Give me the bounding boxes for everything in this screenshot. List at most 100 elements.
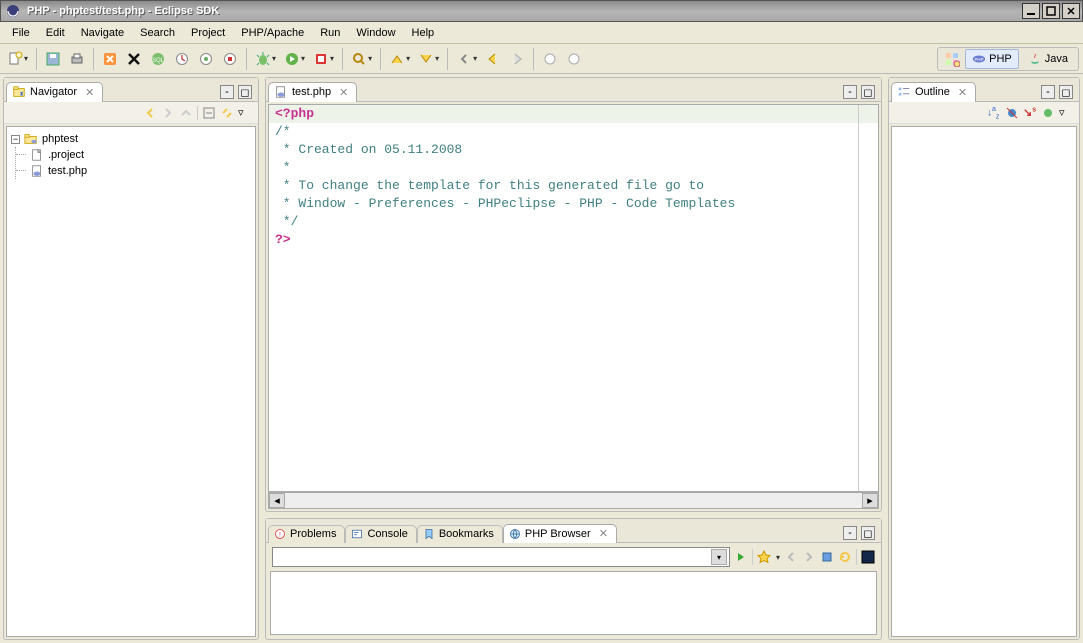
menu-edit[interactable]: Edit — [38, 24, 73, 42]
server-aux1-button[interactable] — [195, 48, 217, 70]
menu-help[interactable]: Help — [404, 24, 443, 42]
navigator-close-icon[interactable]: ✕ — [85, 86, 94, 99]
annotations-prev-button[interactable]: ▾ — [386, 48, 413, 70]
window-titlebar: PHP - phptest/test.php - Eclipse SDK — [0, 0, 1083, 22]
browser-favorite-icon[interactable] — [757, 550, 771, 564]
tree-file-label: test.php — [48, 165, 87, 177]
outline-tab[interactable]: Outline ✕ — [891, 82, 976, 102]
link-editor-icon[interactable] — [220, 106, 234, 120]
outline-close-icon[interactable]: ✕ — [958, 86, 967, 99]
editor-close-icon[interactable]: ✕ — [339, 86, 348, 99]
php-perspective-icon: PHP — [972, 52, 986, 66]
perspective-java-label: Java — [1045, 53, 1068, 65]
editor-overview-ruler[interactable] — [858, 105, 868, 491]
bottom-minimize-button[interactable]: ‐ — [843, 526, 857, 540]
view-maximize-button[interactable]: ◻ — [238, 85, 252, 99]
collapse-all-icon[interactable] — [202, 106, 216, 120]
save-button[interactable] — [42, 48, 64, 70]
back-button[interactable] — [482, 48, 504, 70]
outline-minimize-button[interactable]: ‐ — [1041, 85, 1055, 99]
scroll-left-arrow-icon[interactable]: ◂ — [269, 493, 285, 508]
sql-button[interactable]: SQL — [147, 48, 169, 70]
browser-stop-icon[interactable] — [820, 550, 834, 564]
menu-navigate[interactable]: Navigate — [73, 24, 132, 42]
external-tools-button[interactable]: ▾ — [310, 48, 337, 70]
main-toolbar: ▾ SQL ▾ ▾ ▾ ▾ ▾ ▾ ▾ PHP PHP Java — [0, 44, 1083, 74]
tree-project-row[interactable]: − phptest — [11, 131, 251, 147]
menu-window[interactable]: Window — [348, 24, 403, 42]
tab-console[interactable]: Console — [345, 525, 416, 543]
outline-sort-icon[interactable]: ↓az — [987, 106, 1001, 120]
tree-toggle-icon[interactable]: − — [11, 135, 20, 144]
perspective-java[interactable]: Java — [1021, 49, 1075, 69]
browser-back-icon[interactable] — [784, 550, 798, 564]
nav-back-icon[interactable] — [143, 106, 157, 120]
editor-horizontal-scrollbar[interactable]: ◂ ▸ — [268, 492, 879, 509]
print-button[interactable] — [66, 48, 88, 70]
menu-search[interactable]: Search — [132, 24, 183, 42]
browser-refresh-icon[interactable] — [838, 550, 852, 564]
forward-button[interactable] — [506, 48, 528, 70]
open-perspective-button[interactable] — [941, 48, 963, 70]
nav-up-icon[interactable] — [179, 106, 193, 120]
editor-maximize-button[interactable]: ◻ — [861, 85, 875, 99]
browser-presentation-icon[interactable] — [861, 550, 875, 564]
server-aux2-button[interactable] — [219, 48, 241, 70]
url-dropdown-icon[interactable]: ▾ — [711, 549, 727, 565]
restart-button[interactable] — [171, 48, 193, 70]
editor-minimize-button[interactable]: ‐ — [843, 85, 857, 99]
annotations-next-button[interactable]: ▾ — [415, 48, 442, 70]
menu-php-apache[interactable]: PHP/Apache — [233, 24, 312, 42]
run-button[interactable]: ▾ — [281, 48, 308, 70]
tab-bookmarks[interactable]: Bookmarks — [417, 525, 503, 543]
aux-a-button[interactable] — [539, 48, 561, 70]
svg-text:!: ! — [279, 531, 281, 538]
debug-button[interactable]: ▾ — [252, 48, 279, 70]
stop-server-button[interactable] — [123, 48, 145, 70]
new-button[interactable]: ▾ — [4, 48, 31, 70]
tab-problems[interactable]: ! Problems — [268, 525, 345, 543]
navigator-tab-label: Navigator — [30, 86, 77, 98]
view-menu-icon[interactable]: ▿ — [238, 106, 252, 120]
php-file-icon — [30, 164, 44, 178]
browser-tab-close-icon[interactable]: ✕ — [599, 527, 608, 540]
tree-file-row[interactable]: .project — [30, 147, 251, 163]
outline-toolbar: ↓az ↘s ▿ — [889, 102, 1079, 124]
menu-project[interactable]: Project — [183, 24, 233, 42]
aux-b-button[interactable] — [563, 48, 585, 70]
menu-run[interactable]: Run — [312, 24, 348, 42]
browser-forward-icon[interactable] — [802, 550, 816, 564]
perspective-php[interactable]: PHP PHP — [965, 49, 1019, 69]
outline-hide-static-icon[interactable]: ↘s — [1023, 106, 1037, 120]
bottom-panel: ! Problems Console Bookmarks PHP Browser… — [265, 518, 882, 640]
search-button[interactable]: ▾ — [348, 48, 375, 70]
outline-maximize-button[interactable]: ◻ — [1059, 85, 1073, 99]
tab-problems-label: Problems — [290, 528, 336, 540]
xampp-button[interactable] — [99, 48, 121, 70]
browser-go-icon[interactable] — [734, 550, 748, 564]
code-editor[interactable]: <?php /* * Created on 05.11.2008 * * To … — [268, 104, 879, 492]
maximize-button[interactable] — [1042, 3, 1060, 19]
view-minimize-button[interactable]: ‐ — [220, 85, 234, 99]
minimize-button[interactable] — [1022, 3, 1040, 19]
outline-menu-icon[interactable]: ▿ — [1059, 106, 1073, 120]
menu-file[interactable]: File — [4, 24, 38, 42]
editor-tab[interactable]: test.php ✕ — [268, 82, 357, 102]
browser-content[interactable] — [270, 571, 877, 635]
tree-file-row[interactable]: test.php — [30, 163, 251, 179]
navigator-tab[interactable]: Navigator ✕ — [6, 82, 103, 102]
close-button[interactable] — [1062, 3, 1080, 19]
navigator-tree[interactable]: − phptest .project test.php — [6, 126, 256, 637]
outline-body[interactable] — [891, 126, 1077, 637]
outline-hide-fields-icon[interactable] — [1005, 106, 1019, 120]
code-token-php-close: ?> — [275, 232, 291, 247]
outline-hide-nonpublic-icon[interactable] — [1041, 106, 1055, 120]
bottom-maximize-button[interactable]: ◻ — [861, 526, 875, 540]
nav-fwd-icon[interactable] — [161, 106, 175, 120]
tab-php-browser[interactable]: PHP Browser ✕ — [503, 524, 617, 543]
code-line: * To change the template for this genera… — [275, 178, 704, 193]
url-input[interactable]: ▾ — [272, 547, 730, 567]
scroll-right-arrow-icon[interactable]: ▸ — [862, 493, 878, 508]
back-small-button[interactable]: ▾ — [453, 48, 480, 70]
tree-project-label: phptest — [42, 133, 78, 145]
